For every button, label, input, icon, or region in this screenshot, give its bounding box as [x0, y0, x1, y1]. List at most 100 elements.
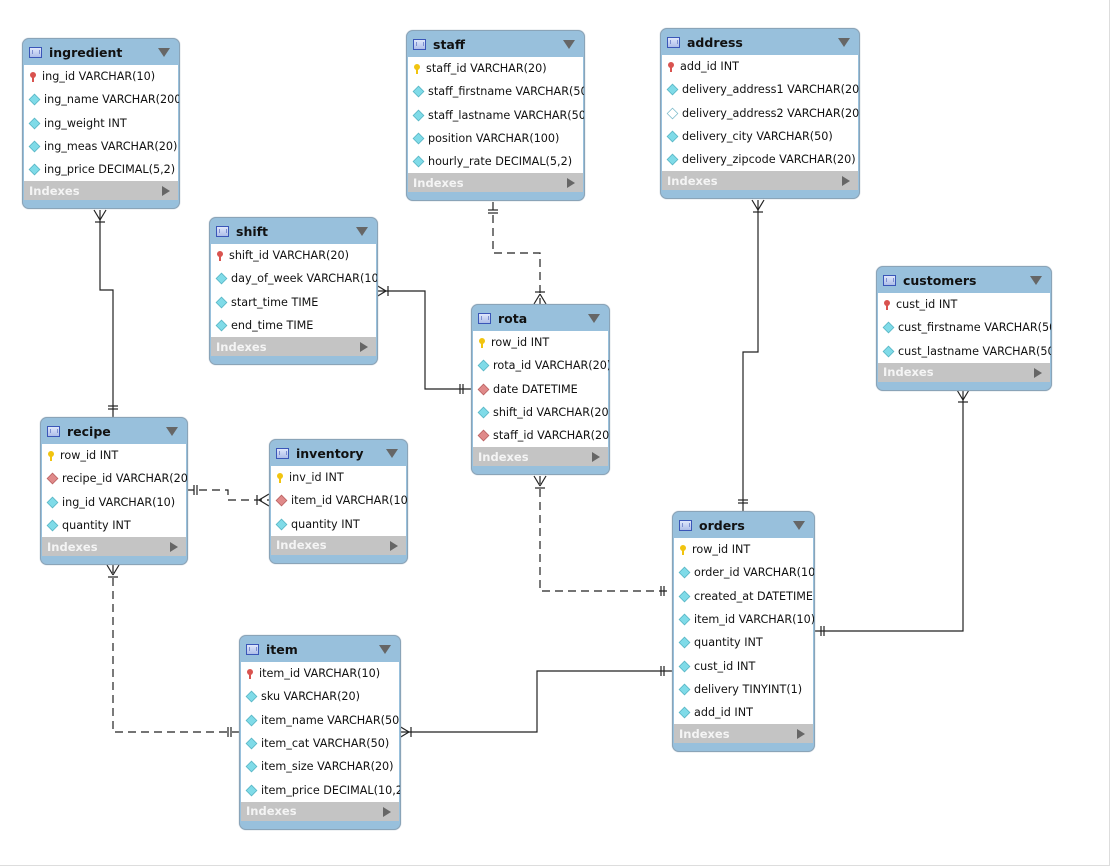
indexes-section[interactable]: Indexes — [24, 181, 178, 201]
table-header[interactable]: customers — [877, 267, 1051, 293]
column-row[interactable]: shift_id VARCHAR(20) — [211, 244, 376, 267]
column-row[interactable]: quantity INT — [42, 514, 186, 537]
table-header[interactable]: recipe — [41, 418, 187, 444]
relationship-ingredient-recipe[interactable] — [99, 210, 114, 417]
table-header[interactable]: address — [661, 29, 859, 55]
relationship-address-orders[interactable] — [742, 200, 759, 511]
column-row[interactable]: delivery_address1 VARCHAR(200) — [662, 78, 859, 101]
column-row[interactable]: recipe_id VARCHAR(20) — [42, 467, 187, 490]
table-shift[interactable]: shift shift_id VARCHAR(20) day_of_week VA… — [209, 217, 378, 366]
column-row[interactable]: row_id INT — [42, 444, 186, 467]
collapse-caret-icon[interactable] — [563, 40, 575, 49]
column-row[interactable]: quantity INT — [674, 631, 813, 654]
column-row[interactable]: item_name VARCHAR(50) — [241, 709, 400, 732]
column-row[interactable]: hourly_rate DECIMAL(5,2) — [408, 150, 583, 173]
table-header[interactable]: inventory — [270, 440, 407, 466]
table-recipe[interactable]: recipe row_id INT recipe_id VARCHAR(20) in… — [40, 417, 188, 566]
table-orders[interactable]: orders row_id INT order_id VARCHAR(10) cre… — [672, 511, 815, 753]
column-row[interactable]: add_id INT — [674, 701, 813, 724]
expand-arrow-icon[interactable] — [1034, 367, 1042, 378]
column-row[interactable]: sku VARCHAR(20) — [241, 685, 399, 708]
relationship-item-orders[interactable] — [399, 670, 672, 733]
column-row[interactable]: cust_lastname VARCHAR(50) — [878, 340, 1051, 363]
table-header[interactable]: shift — [210, 218, 377, 244]
relationship-shift-rota[interactable] — [376, 290, 471, 390]
indexes-section[interactable]: Indexes — [211, 337, 376, 357]
column-row[interactable]: row_id INT — [674, 538, 813, 561]
column-row[interactable]: created_at DATETIME — [674, 585, 813, 608]
indexes-section[interactable]: Indexes — [674, 724, 813, 744]
column-row[interactable]: cust_id INT — [674, 654, 813, 677]
expand-arrow-icon[interactable] — [592, 452, 600, 463]
relationship-staff-rota[interactable] — [492, 202, 541, 304]
column-row[interactable]: ing_id VARCHAR(10) — [24, 65, 178, 88]
column-row[interactable]: rota_id VARCHAR(20) — [473, 354, 609, 377]
collapse-caret-icon[interactable] — [379, 645, 391, 654]
collapse-caret-icon[interactable] — [588, 314, 600, 323]
column-row[interactable]: cust_id INT — [878, 293, 1050, 316]
table-ingredient[interactable]: ingredient ing_id VARCHAR(10) ing_name VA… — [22, 38, 180, 210]
column-row[interactable]: delivery_address2 VARCHAR(200) — [662, 102, 859, 125]
column-row[interactable]: start_time TIME — [211, 291, 376, 314]
column-row[interactable]: ing_name VARCHAR(200) — [24, 88, 179, 111]
column-row[interactable]: ing_meas VARCHAR(20) — [24, 135, 178, 158]
indexes-section[interactable]: Indexes — [271, 535, 406, 555]
column-row[interactable]: item_id VARCHAR(10) — [241, 662, 399, 685]
expand-arrow-icon[interactable] — [170, 542, 178, 553]
indexes-section[interactable]: Indexes — [408, 173, 583, 193]
table-inventory[interactable]: inventory inv_id INT item_id VARCHAR(10) q… — [269, 439, 408, 564]
collapse-caret-icon[interactable] — [356, 227, 368, 236]
column-row[interactable]: item_id VARCHAR(10) — [271, 489, 407, 512]
column-row[interactable]: inv_id INT — [271, 466, 406, 489]
column-row[interactable]: end_time TIME — [211, 314, 376, 337]
column-row[interactable]: staff_firstname VARCHAR(50) — [408, 80, 584, 103]
relationship-customers-orders[interactable] — [813, 390, 964, 632]
column-row[interactable]: position VARCHAR(100) — [408, 127, 583, 150]
indexes-section[interactable]: Indexes — [241, 801, 399, 821]
column-row[interactable]: delivery_city VARCHAR(50) — [662, 125, 858, 148]
indexes-section[interactable]: Indexes — [662, 171, 858, 191]
column-row[interactable]: item_size VARCHAR(20) — [241, 755, 399, 778]
indexes-section[interactable]: Indexes — [878, 362, 1050, 382]
expand-arrow-icon[interactable] — [360, 342, 368, 353]
table-item[interactable]: item item_id VARCHAR(10) sku VARCHAR(20) i… — [239, 635, 401, 830]
table-header[interactable]: staff — [407, 31, 584, 57]
column-row[interactable]: item_cat VARCHAR(50) — [241, 732, 399, 755]
expand-arrow-icon[interactable] — [390, 540, 398, 551]
column-row[interactable]: staff_lastname VARCHAR(50) — [408, 104, 584, 127]
column-row[interactable]: delivery TINYINT(1) — [674, 678, 813, 701]
column-row[interactable]: delivery_zipcode VARCHAR(20) — [662, 148, 858, 171]
column-row[interactable]: date DATETIME — [473, 378, 608, 401]
table-header[interactable]: ingredient — [23, 39, 179, 65]
relationship-rota-orders[interactable] — [539, 476, 672, 592]
expand-arrow-icon[interactable] — [842, 176, 850, 187]
relationship-recipe-item[interactable] — [112, 565, 239, 733]
expand-arrow-icon[interactable] — [797, 729, 805, 740]
column-row[interactable]: order_id VARCHAR(10) — [674, 561, 814, 584]
column-row[interactable]: day_of_week VARCHAR(10) — [211, 267, 377, 290]
column-row[interactable]: ing_weight INT — [24, 112, 178, 135]
column-row[interactable]: staff_id VARCHAR(20) — [473, 424, 609, 447]
column-row[interactable]: cust_firstname VARCHAR(50) — [878, 316, 1051, 339]
indexes-section[interactable]: Indexes — [42, 537, 186, 557]
column-row[interactable]: staff_id VARCHAR(20) — [408, 57, 583, 80]
expand-arrow-icon[interactable] — [383, 806, 391, 817]
expand-arrow-icon[interactable] — [567, 178, 575, 189]
table-staff[interactable]: staff staff_id VARCHAR(20) staff_firstnam… — [406, 30, 585, 202]
collapse-caret-icon[interactable] — [158, 48, 170, 57]
collapse-caret-icon[interactable] — [166, 427, 178, 436]
column-row[interactable]: ing_id VARCHAR(10) — [42, 491, 186, 514]
expand-arrow-icon[interactable] — [162, 186, 170, 197]
table-header[interactable]: rota — [472, 305, 609, 331]
table-header[interactable]: orders — [673, 512, 814, 538]
column-row[interactable]: quantity INT — [271, 513, 406, 536]
column-row[interactable]: ing_price DECIMAL(5,2) — [24, 158, 178, 181]
collapse-caret-icon[interactable] — [1030, 276, 1042, 285]
collapse-caret-icon[interactable] — [386, 449, 398, 458]
column-row[interactable]: shift_id VARCHAR(20) — [473, 401, 609, 424]
column-row[interactable]: add_id INT — [662, 55, 858, 78]
collapse-caret-icon[interactable] — [838, 38, 850, 47]
table-rota[interactable]: rota row_id INT rota_id VARCHAR(20) date D… — [471, 304, 610, 476]
collapse-caret-icon[interactable] — [793, 521, 805, 530]
column-row[interactable]: row_id INT — [473, 331, 608, 354]
